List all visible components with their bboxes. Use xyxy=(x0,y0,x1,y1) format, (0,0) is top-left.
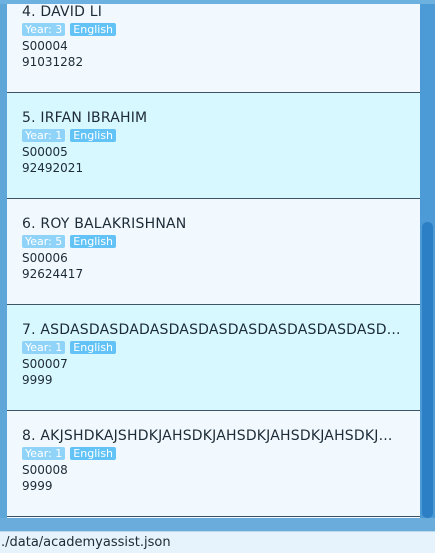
student-id: S00006 xyxy=(22,251,68,265)
student-phone: 92492021 xyxy=(22,161,84,175)
student-phone: 9999 xyxy=(22,373,53,387)
student-phone: 92624417 xyxy=(22,267,84,281)
year-tag: Year: 3 xyxy=(22,23,66,36)
student-tags: Year: 1 English xyxy=(22,447,420,462)
subject-tag: English xyxy=(70,129,117,142)
student-tags: Year: 5 English xyxy=(22,235,420,250)
student-tags: Year: 3 English xyxy=(22,23,420,38)
student-card[interactable]: 6. ROY BALAKRISHNAN Year: 5 English S000… xyxy=(7,199,420,305)
student-name: 6. ROY BALAKRISHNAN xyxy=(22,216,187,232)
vertical-scrollbar[interactable] xyxy=(420,4,435,518)
file-path-label: ./data/academyassist.json xyxy=(1,535,171,550)
student-tags: Year: 1 English xyxy=(22,341,420,356)
student-id: S00008 xyxy=(22,463,68,477)
student-card[interactable]: 7. ASDASDASDADASDASDASDASDASDASDASDASD..… xyxy=(7,305,420,411)
student-id: S00004 xyxy=(22,39,68,53)
app-window: 4. DAVID LI Year: 3 English S00004 91031… xyxy=(0,0,435,553)
year-tag: Year: 1 xyxy=(22,447,66,460)
student-card[interactable]: 5. IRFAN IBRAHIM Year: 1 English S00005 … xyxy=(7,93,420,199)
student-list-content: 4. DAVID LI Year: 3 English S00004 91031… xyxy=(7,4,420,517)
year-tag: Year: 5 xyxy=(22,235,66,248)
student-name: 4. DAVID LI xyxy=(22,4,103,20)
student-list[interactable]: 4. DAVID LI Year: 3 English S00004 91031… xyxy=(7,4,420,518)
year-tag: Year: 1 xyxy=(22,129,66,142)
student-card[interactable]: 4. DAVID LI Year: 3 English S00004 91031… xyxy=(7,4,420,93)
student-card[interactable]: 8. AKJSHDKAJSHDKJAHSDKJAHSDKJAHSDKJAHSDK… xyxy=(7,411,420,517)
scrollbar-thumb[interactable] xyxy=(422,222,433,518)
year-tag: Year: 1 xyxy=(22,341,66,354)
student-name: 8. AKJSHDKAJSHDKJAHSDKJAHSDKJAHSDKJAHSDK… xyxy=(22,428,393,444)
subject-tag: English xyxy=(70,447,117,460)
student-name: 5. IRFAN IBRAHIM xyxy=(22,110,148,126)
subject-tag: English xyxy=(70,23,117,36)
student-id: S00005 xyxy=(22,145,68,159)
student-phone: 91031282 xyxy=(22,55,84,69)
subject-tag: English xyxy=(70,235,117,248)
status-bar: ./data/academyassist.json xyxy=(0,531,435,553)
student-phone: 9999 xyxy=(22,479,53,493)
student-id: S00007 xyxy=(22,357,68,371)
panel-border xyxy=(0,518,435,531)
subject-tag: English xyxy=(70,341,117,354)
student-name: 7. ASDASDASDADASDASDASDASDASDASDASDASD..… xyxy=(22,322,401,338)
student-tags: Year: 1 English xyxy=(22,129,420,144)
